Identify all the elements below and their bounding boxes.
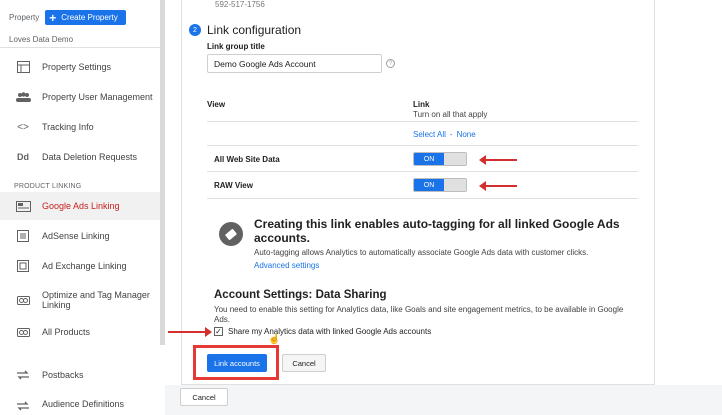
toggle-knob — [444, 179, 466, 191]
property-settings-icon — [14, 60, 32, 74]
sidebar-item-audience-definitions[interactable]: Audience Definitions — [0, 391, 160, 415]
help-icon[interactable]: ? — [386, 59, 395, 68]
account-settings-description: You need to enable this setting for Anal… — [214, 305, 624, 324]
sidebar-item-label: Property Settings — [42, 62, 112, 72]
sidebar-item-label: Tracking Info — [42, 122, 94, 132]
table-divider — [207, 145, 638, 146]
link-group-title-label: Link group title — [207, 42, 265, 51]
sidebar-item-ad-exchange-linking[interactable]: Ad Exchange Linking — [0, 252, 160, 280]
sidebar-item-label: Property User Management — [42, 92, 153, 102]
sidebar-item-label-line2: Linking — [42, 300, 71, 310]
section-product-linking: PRODUCT LINKING — [14, 183, 82, 190]
sidebar-item-label: AdSense Linking — [42, 231, 110, 241]
view-row-label: RAW View — [214, 181, 253, 190]
step-title: Link configuration — [207, 23, 302, 37]
postbacks-icon — [14, 368, 32, 382]
select-all-link[interactable]: Select All — [413, 130, 446, 139]
link-accounts-button[interactable]: Link accounts — [207, 354, 267, 372]
sidebar: Property + Create Property Loves Data De… — [0, 0, 165, 415]
sidebar-item-label: Postbacks — [42, 370, 84, 380]
sidebar-item-property-settings[interactable]: Property Settings — [0, 53, 160, 81]
sidebar-item-label: Optimize and Tag Manager Linking — [42, 290, 150, 310]
table-divider — [207, 121, 638, 122]
select-all-none: Select All - None — [413, 130, 476, 139]
sidebar-divider — [0, 47, 160, 48]
annotation-arrow — [168, 327, 212, 337]
sidebar-item-property-user-management[interactable]: Property User Management — [0, 83, 160, 111]
account-settings-title: Account Settings: Data Sharing — [214, 289, 387, 301]
code-icon: <> — [17, 121, 29, 133]
toggle-on-label: ON — [414, 153, 444, 165]
toggle-on-label: ON — [414, 179, 444, 191]
view-row-label: All Web Site Data — [214, 155, 280, 164]
sidebar-item-label-line1: Optimize and Tag Manager — [42, 290, 150, 300]
separator: - — [449, 130, 453, 139]
dd-icon: Dd — [17, 152, 29, 162]
view-column-header: View — [207, 100, 226, 109]
audience-icon — [14, 399, 32, 413]
raw-view-toggle[interactable]: ON — [413, 178, 467, 192]
ad-exchange-icon — [14, 259, 32, 273]
all-products-icon — [14, 325, 32, 339]
select-none-link[interactable]: None — [457, 130, 476, 139]
annotation-arrow — [479, 155, 517, 165]
step-number-badge: 2 — [189, 24, 201, 36]
previous-account-id: 592-517-1756 — [215, 0, 265, 9]
account-name: Loves Data Demo — [9, 35, 74, 44]
footer-bar — [165, 385, 722, 415]
table-divider — [207, 171, 638, 172]
link-column-header: Link — [413, 100, 430, 109]
sidebar-item-data-deletion-requests[interactable]: Dd Data Deletion Requests — [0, 143, 160, 171]
sidebar-item-label: Google Ads Linking — [42, 201, 120, 211]
cancel-button[interactable]: Cancel — [282, 354, 326, 372]
table-divider — [207, 198, 638, 199]
link-column-subheader: Turn on all that apply — [413, 110, 488, 119]
create-property-label: Create Property — [61, 13, 118, 22]
sidebar-item-postbacks[interactable]: Postbacks — [0, 361, 160, 389]
annotation-arrow — [479, 181, 517, 191]
share-data-checkbox-label[interactable]: Share my Analytics data with linked Goog… — [228, 327, 431, 336]
link-group-title-input[interactable]: Demo Google Ads Account — [207, 54, 382, 73]
sidebar-item-label: Ad Exchange Linking — [42, 261, 127, 271]
plus-icon: + — [49, 10, 57, 25]
sidebar-item-all-products[interactable]: All Products — [0, 318, 160, 346]
footer-cancel-button[interactable]: Cancel — [180, 388, 228, 406]
google-ads-icon — [14, 199, 32, 213]
advanced-settings-link[interactable]: Advanced settings — [254, 261, 319, 270]
sidebar-item-label: Audience Definitions — [42, 399, 125, 409]
mouse-cursor-icon: ☝ — [268, 334, 281, 345]
sidebar-item-adsense-linking[interactable]: AdSense Linking — [0, 222, 160, 250]
property-label: Property — [9, 13, 40, 22]
toggle-knob — [444, 153, 466, 165]
auto-tagging-title: Creating this link enables auto-tagging … — [254, 217, 620, 245]
all-web-site-data-toggle[interactable]: ON — [413, 152, 467, 166]
users-icon — [14, 90, 32, 104]
sidebar-item-optimize-tag-manager-linking[interactable]: Optimize and Tag Manager Linking — [0, 283, 160, 317]
property-header: Property + Create Property — [9, 10, 126, 25]
adsense-icon — [14, 229, 32, 243]
share-data-checkbox[interactable]: ✓ — [214, 327, 223, 336]
link-icon — [14, 293, 32, 307]
sidebar-item-label: Data Deletion Requests — [42, 152, 138, 162]
sidebar-item-google-ads-linking[interactable]: Google Ads Linking — [0, 192, 160, 220]
create-property-button[interactable]: + Create Property — [45, 10, 126, 25]
sidebar-item-label: All Products — [42, 327, 91, 337]
tag-icon — [219, 222, 243, 246]
auto-tagging-description: Auto-tagging allows Analytics to automat… — [254, 248, 589, 257]
sidebar-item-tracking-info[interactable]: <> Tracking Info — [0, 113, 160, 141]
